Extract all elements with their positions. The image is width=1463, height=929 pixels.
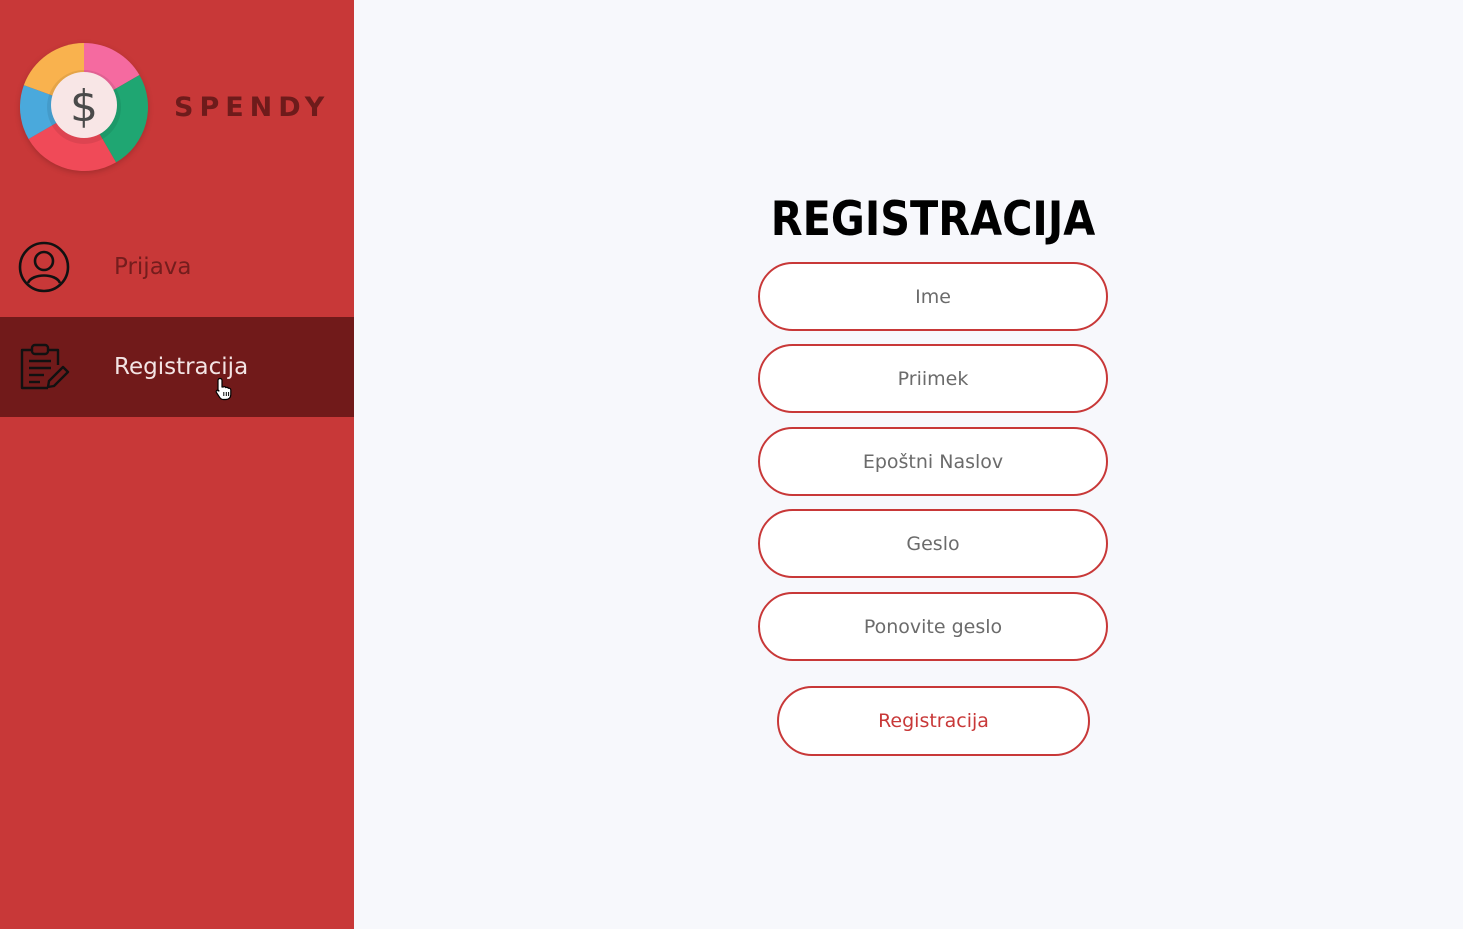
clipboard-edit-icon: [18, 341, 70, 393]
logo-dollar-sign: $: [70, 81, 98, 132]
page-title: REGISTRACIJA: [770, 192, 1096, 247]
user-circle-icon: [18, 241, 70, 293]
sidebar: $ SPENDY Prijava Registracija: [0, 0, 354, 929]
brand: $ SPENDY: [0, 0, 354, 210]
email-field[interactable]: [758, 427, 1108, 496]
brand-name: SPENDY: [174, 92, 331, 123]
register-button[interactable]: Registracija: [777, 686, 1090, 756]
password-field[interactable]: [758, 509, 1108, 578]
confirm-password-field[interactable]: [758, 592, 1108, 661]
sidebar-item-prijava[interactable]: Prijava: [0, 217, 354, 317]
sidebar-item-label: Prijava: [114, 254, 192, 280]
spendy-logo-icon: $: [20, 43, 148, 171]
first-name-field[interactable]: [758, 262, 1108, 331]
last-name-field[interactable]: [758, 344, 1108, 413]
sidebar-item-registracija[interactable]: Registracija: [0, 317, 354, 417]
pointer-cursor-icon: [215, 377, 233, 401]
